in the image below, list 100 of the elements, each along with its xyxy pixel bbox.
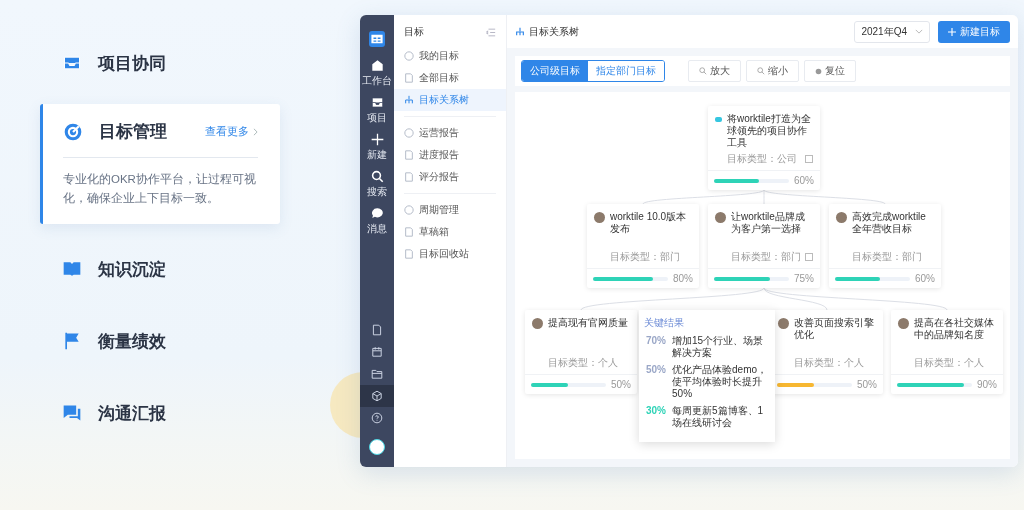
document-icon [404, 73, 414, 83]
sidebar-item[interactable]: 草稿箱 [394, 221, 506, 243]
feature-label[interactable]: 项目协同 [98, 51, 166, 75]
key-result-text: 增加15个行业、场景解决方案 [672, 335, 765, 359]
progress-percent: 60% [794, 175, 814, 186]
document-icon [371, 324, 383, 336]
goal-title: 将worktile打造为全球领先的项目协作工具 [727, 113, 812, 149]
progress-percent: 50% [611, 379, 631, 390]
key-result-percent: 70% [646, 335, 666, 347]
document-icon [404, 172, 414, 182]
logo-icon [369, 31, 385, 47]
rail-item[interactable]: 项目 [367, 96, 387, 125]
goal-title: 提高现有官网质量 [548, 317, 629, 329]
chevron-right-icon [253, 127, 258, 136]
plus-icon [948, 27, 956, 36]
goal-type: 目标类型：个人 [548, 356, 618, 370]
period-dropdown[interactable]: 2021年Q4 [854, 20, 930, 43]
avatar-icon [898, 318, 909, 329]
document-icon [404, 249, 414, 259]
circle-icon [404, 128, 414, 138]
goal-title: 高效完成worktile 全年营收目标 [852, 211, 927, 235]
rail-item[interactable]: 新建 [367, 133, 387, 162]
goal-card[interactable]: 提高在各社交媒体中的品牌知名度 目标类型：个人 90% [891, 310, 1003, 394]
sidebar-item[interactable]: 我的目标 [394, 45, 506, 67]
page-title: 目标关系树 [529, 24, 579, 39]
chevron-down-icon [915, 29, 923, 34]
tree-icon [404, 95, 414, 105]
avatar-icon [836, 212, 847, 223]
goal-type: 目标类型：个人 [794, 356, 864, 370]
avatar-icon [594, 212, 605, 223]
sidebar-item[interactable]: 周期管理 [394, 199, 506, 221]
chat-bubble-icon [62, 403, 82, 423]
goal-type: 目标类型：部门 [731, 250, 801, 264]
sidebar-item[interactable]: 全部目标 [394, 67, 506, 89]
search-icon [370, 170, 384, 183]
target-icon [63, 121, 83, 142]
rail-item[interactable]: 搜索 [367, 170, 387, 199]
goal-title: 提高在各社交媒体中的品牌知名度 [914, 317, 995, 341]
avatar-icon[interactable] [369, 439, 385, 455]
chat-bubble-icon [370, 207, 384, 220]
feature-title: 目标管理 [99, 121, 167, 143]
key-result-text: 每周更新5篇博客、1场在线研讨会 [672, 405, 765, 429]
goal-title: 让worktile品牌成为客户第一选择 [731, 211, 806, 235]
goal-type: 目标类型：部门 [852, 250, 922, 264]
magnifier-icon [699, 67, 707, 75]
tree-icon [515, 26, 525, 37]
goal-type: 目标类型：个人 [914, 356, 984, 370]
sidebar-item[interactable]: 运营报告 [394, 122, 506, 144]
document-icon [404, 227, 414, 237]
rail-button[interactable] [360, 385, 394, 407]
document-icon [404, 150, 414, 160]
new-goal-button[interactable]: 新建目标 [938, 20, 1010, 43]
goal-title: worktile 10.0版本发布 [610, 211, 688, 235]
scope-tab[interactable]: 公司级目标 [522, 61, 588, 81]
goal-card[interactable]: worktile 10.0版本发布 目标类型：部门 80% [587, 204, 699, 288]
circle-icon [404, 205, 414, 215]
feature-label[interactable]: 沟通汇报 [98, 401, 166, 425]
goal-card[interactable]: 让worktile品牌成为客户第一选择 目标类型：部门 75% [708, 204, 820, 288]
avatar-icon [715, 212, 726, 223]
logo-icon [715, 117, 722, 122]
folder-icon [371, 368, 383, 380]
cube-icon [371, 390, 383, 402]
dot-icon [815, 67, 822, 75]
popup-title: 关键结果 [644, 316, 685, 330]
goal-type: 目标类型：公司 [727, 152, 797, 166]
feature-description: 专业化的OKR协作平台，让过程可视化，确保企业上下目标一致。 [63, 172, 257, 206]
sidebar-title: 目标 [404, 25, 424, 39]
goal-card[interactable]: 提高现有官网质量 目标类型：个人 50% [525, 310, 637, 394]
sidebar-item[interactable]: 进度报告 [394, 144, 506, 166]
circle-icon [404, 51, 414, 61]
progress-percent: 90% [977, 379, 997, 390]
see-more-link[interactable]: 查看更多 [205, 124, 258, 139]
goal-card[interactable]: 将worktile打造为全球领先的项目协作工具 目标类型：公司 60% [708, 106, 820, 190]
avatar-icon [532, 318, 543, 329]
progress-percent: 60% [915, 273, 935, 284]
key-result-percent: 30% [646, 405, 666, 417]
plus-icon [370, 133, 384, 146]
home-icon [370, 59, 384, 72]
feature-label[interactable]: 知识沉淀 [98, 257, 166, 281]
goal-card[interactable]: 高效完成worktile 全年营收目标 目标类型：部门 60% [829, 204, 941, 288]
key-result-text: 优化产品体验demo，使平均体验时长提升50% [672, 364, 769, 400]
rail-item[interactable]: 消息 [367, 207, 387, 236]
feature-card[interactable]: 目标管理 查看更多 专业化的OKR协作平台，让过程可视化，确保企业上下目标一致。 [40, 104, 280, 224]
rail-item[interactable]: 工作台 [362, 59, 392, 88]
reset-button[interactable]: 复位 [804, 60, 856, 82]
feature-label[interactable]: 衡量绩效 [98, 329, 166, 353]
help-icon [371, 412, 383, 424]
zoom-out-button[interactable]: 缩小 [746, 60, 799, 82]
avatar-icon [778, 318, 789, 329]
progress-percent: 80% [673, 273, 693, 284]
sidebar-item[interactable]: 评分报告 [394, 166, 506, 188]
goal-title: 改善页面搜索引擎优化 [794, 317, 875, 341]
sidebar-item[interactable]: 目标关系树 [394, 89, 506, 111]
inbox-icon [370, 96, 384, 109]
progress-percent: 50% [857, 379, 877, 390]
zoom-in-button[interactable]: 放大 [688, 60, 741, 82]
calendar-icon [371, 346, 383, 358]
key-result-percent: 50% [646, 364, 666, 376]
sidebar-item[interactable]: 目标回收站 [394, 243, 506, 265]
goal-type: 目标类型：部门 [610, 250, 680, 264]
